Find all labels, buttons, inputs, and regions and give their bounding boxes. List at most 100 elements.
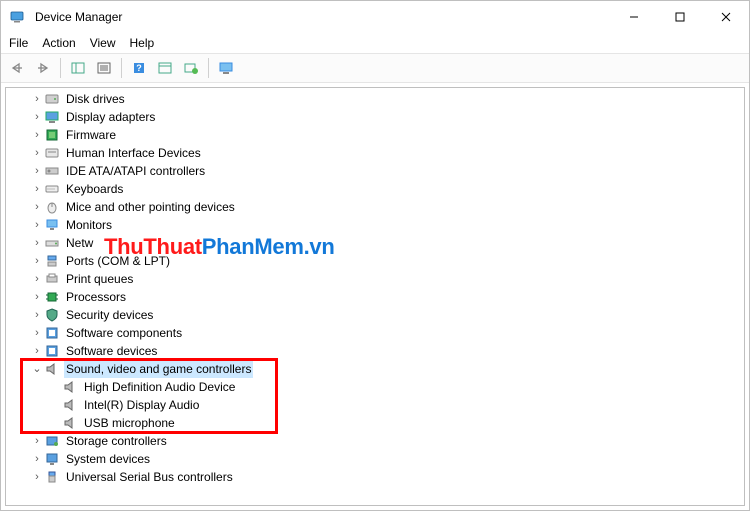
chevron-right-icon[interactable]: › bbox=[30, 306, 44, 324]
tree-item-disk-drives[interactable]: › Disk drives bbox=[6, 90, 744, 108]
device-manager-window: Device Manager File Action View Help ? T… bbox=[0, 0, 750, 511]
chevron-right-icon[interactable]: › bbox=[30, 126, 44, 144]
menu-help[interactable]: Help bbox=[130, 36, 155, 50]
sound-icon bbox=[62, 379, 78, 395]
tree-item-usb-controllers[interactable]: › Universal Serial Bus controllers bbox=[6, 468, 744, 486]
tree-label-human-interface-devices: Human Interface Devices bbox=[64, 144, 203, 162]
chevron-right-icon[interactable]: › bbox=[30, 90, 44, 108]
chevron-right-icon[interactable]: › bbox=[30, 324, 44, 342]
device-tree[interactable]: ThuThuatPhanMem.vn ›Disk drives›Display … bbox=[5, 87, 745, 506]
toolbar: ? bbox=[1, 53, 749, 83]
chevron-right-icon[interactable]: › bbox=[30, 288, 44, 306]
chevron-right-icon[interactable]: › bbox=[30, 342, 44, 360]
chevron-right-icon[interactable]: › bbox=[30, 180, 44, 198]
tree-item-intel-display-audio[interactable]: Intel(R) Display Audio bbox=[6, 396, 744, 414]
window-title: Device Manager bbox=[35, 10, 122, 24]
tree-item-ide-controllers[interactable]: › IDE ATA/ATAPI controllers bbox=[6, 162, 744, 180]
tree-item-human-interface-devices[interactable]: › Human Interface Devices bbox=[6, 144, 744, 162]
update-driver-button[interactable] bbox=[179, 57, 203, 79]
tree-item-display-adapters[interactable]: › Display adapters bbox=[6, 108, 744, 126]
chevron-down-icon[interactable]: ⌄ bbox=[30, 360, 44, 378]
ide-icon bbox=[44, 163, 60, 179]
tree-item-hd-audio-device[interactable]: High Definition Audio Device bbox=[6, 378, 744, 396]
chevron-right-icon[interactable]: › bbox=[30, 162, 44, 180]
tree-item-sound-video-game-controllers[interactable]: ⌄Sound, video and game controllers bbox=[6, 360, 744, 378]
tree-item-firmware[interactable]: › Firmware bbox=[6, 126, 744, 144]
tree-item-system-devices[interactable]: ›System devices bbox=[6, 450, 744, 468]
toolbar-separator bbox=[121, 58, 122, 78]
mouse-icon bbox=[44, 199, 60, 215]
help-button[interactable]: ? bbox=[127, 57, 151, 79]
titlebar: Device Manager bbox=[1, 1, 749, 33]
properties-button[interactable] bbox=[92, 57, 116, 79]
tree-label-software-components: Software components bbox=[64, 324, 184, 342]
menu-file[interactable]: File bbox=[9, 36, 28, 50]
tree-label-usb-controllers: Universal Serial Bus controllers bbox=[64, 468, 235, 486]
scan-button[interactable] bbox=[153, 57, 177, 79]
tree-item-processors[interactable]: › Processors bbox=[6, 288, 744, 306]
tree-label-usb-microphone: USB microphone bbox=[82, 414, 177, 432]
storage-icon bbox=[44, 433, 60, 449]
monitor-icon-button[interactable] bbox=[214, 57, 238, 79]
disk-icon bbox=[44, 91, 60, 107]
tree-item-mice[interactable]: › Mice and other pointing devices bbox=[6, 198, 744, 216]
chevron-right-icon[interactable]: › bbox=[30, 270, 44, 288]
forward-button[interactable] bbox=[31, 57, 55, 79]
software-icon bbox=[44, 343, 60, 359]
maximize-button[interactable] bbox=[657, 1, 703, 33]
printer-icon bbox=[44, 271, 60, 287]
back-button[interactable] bbox=[5, 57, 29, 79]
tree-label-mice: Mice and other pointing devices bbox=[64, 198, 237, 216]
chevron-right-icon[interactable]: › bbox=[30, 216, 44, 234]
chevron-right-icon[interactable]: › bbox=[30, 450, 44, 468]
tree-item-security-devices[interactable]: ›Security devices bbox=[6, 306, 744, 324]
menu-action[interactable]: Action bbox=[42, 36, 75, 50]
sound-icon bbox=[62, 397, 78, 413]
sound-icon bbox=[62, 415, 78, 431]
content-area: ThuThuatPhanMem.vn ›Disk drives›Display … bbox=[1, 83, 749, 510]
tree-label-print-queues: Print queues bbox=[64, 270, 135, 288]
tree-item-ports[interactable]: › Ports (COM & LPT) bbox=[6, 252, 744, 270]
tree-label-ide-controllers: IDE ATA/ATAPI controllers bbox=[64, 162, 207, 180]
chevron-right-icon[interactable]: › bbox=[30, 234, 44, 252]
tree-label-network-adapters: Netw bbox=[64, 234, 95, 252]
tree-label-firmware: Firmware bbox=[64, 126, 118, 144]
tree-label-intel-display-audio: Intel(R) Display Audio bbox=[82, 396, 201, 414]
tree-item-software-devices[interactable]: ›Software devices bbox=[6, 342, 744, 360]
hid-icon bbox=[44, 145, 60, 161]
cpu-icon bbox=[44, 289, 60, 305]
software-icon bbox=[44, 325, 60, 341]
show-hide-tree-button[interactable] bbox=[66, 57, 90, 79]
system-icon bbox=[44, 451, 60, 467]
tree-item-storage-controllers[interactable]: › Storage controllers bbox=[6, 432, 744, 450]
tree-label-storage-controllers: Storage controllers bbox=[64, 432, 169, 450]
tree-label-display-adapters: Display adapters bbox=[64, 108, 157, 126]
usb-icon bbox=[44, 469, 60, 485]
svg-text:?: ? bbox=[136, 63, 142, 73]
menu-view[interactable]: View bbox=[90, 36, 116, 50]
tree-label-keyboards: Keyboards bbox=[64, 180, 125, 198]
chevron-right-icon[interactable]: › bbox=[30, 144, 44, 162]
tree-item-usb-microphone[interactable]: USB microphone bbox=[6, 414, 744, 432]
chevron-right-icon[interactable]: › bbox=[30, 198, 44, 216]
tree-label-monitors: Monitors bbox=[64, 216, 114, 234]
tree-item-monitors[interactable]: › Monitors bbox=[6, 216, 744, 234]
tree-item-keyboards[interactable]: › Keyboards bbox=[6, 180, 744, 198]
display-icon bbox=[44, 109, 60, 125]
chevron-right-icon[interactable]: › bbox=[30, 432, 44, 450]
tree-item-software-components[interactable]: › Software components bbox=[6, 324, 744, 342]
minimize-button[interactable] bbox=[611, 1, 657, 33]
tree-item-network-adapters[interactable]: › Netw bbox=[6, 234, 744, 252]
window-controls bbox=[611, 1, 749, 33]
menubar: File Action View Help bbox=[1, 33, 749, 53]
tree-item-print-queues[interactable]: › Print queues bbox=[6, 270, 744, 288]
chevron-right-icon[interactable]: › bbox=[30, 108, 44, 126]
tree-label-processors: Processors bbox=[64, 288, 128, 306]
app-icon bbox=[9, 9, 25, 25]
chevron-right-icon[interactable]: › bbox=[30, 252, 44, 270]
tree-label-ports: Ports (COM & LPT) bbox=[64, 252, 172, 270]
security-icon bbox=[44, 307, 60, 323]
close-button[interactable] bbox=[703, 1, 749, 33]
tree-label-disk-drives: Disk drives bbox=[64, 90, 127, 108]
chevron-right-icon[interactable]: › bbox=[30, 468, 44, 486]
